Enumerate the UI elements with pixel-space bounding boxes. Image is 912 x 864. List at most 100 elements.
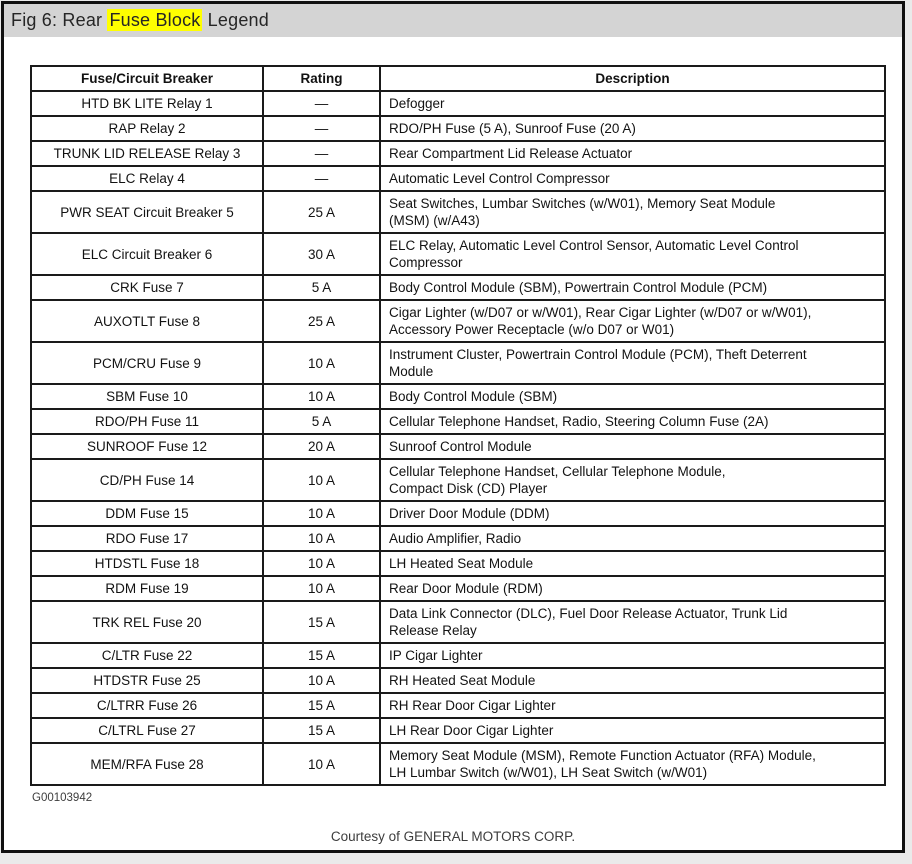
table-row: C/LTRL Fuse 27 15 A LH Rear Door Cigar L… [30,717,886,744]
rating-cell: 25 A [262,299,381,343]
courtesy-note: Courtesy of GENERAL MOTORS CORP. [330,829,576,844]
rating-cell: — [262,165,381,192]
fuse-cell: TRK REL Fuse 20 [30,600,264,644]
fuse-legend-table: Fuse/Circuit Breaker Rating Description … [30,65,886,786]
description-cell: Body Control Module (SBM), Powertrain Co… [379,274,886,301]
description-cell: Defogger [379,90,886,117]
header-fuse-circuit-breaker: Fuse/Circuit Breaker [30,65,264,92]
description-cell: Memory Seat Module (MSM), Remote Functio… [379,742,886,786]
rating-cell: 5 A [262,408,381,435]
rating-cell: 20 A [262,433,381,460]
fuse-cell: RDO Fuse 17 [30,525,264,552]
table-row: SUNROOF Fuse 12 20 A Sunroof Control Mod… [30,433,886,460]
fuse-cell: SUNROOF Fuse 12 [30,433,264,460]
rating-cell: 15 A [262,600,381,644]
table-row: TRUNK LID RELEASE Relay 3 — Rear Compart… [30,140,886,167]
fuse-cell: AUXOTLT Fuse 8 [30,299,264,343]
rating-cell: — [262,90,381,117]
fuse-cell: PCM/CRU Fuse 9 [30,341,264,385]
fuse-cell: MEM/RFA Fuse 28 [30,742,264,786]
table-row: ELC Relay 4 — Automatic Level Control Co… [30,165,886,192]
rating-cell: 5 A [262,274,381,301]
description-cell: Automatic Level Control Compressor [379,165,886,192]
rating-cell: 10 A [262,500,381,527]
fuse-cell: CRK Fuse 7 [30,274,264,301]
rating-cell: 30 A [262,232,381,276]
rating-cell: 10 A [262,575,381,602]
fuse-cell: RDM Fuse 19 [30,575,264,602]
table-row: RDO Fuse 17 10 A Audio Amplifier, Radio [30,525,886,552]
fuse-cell: RDO/PH Fuse 11 [30,408,264,435]
table-row: HTD BK LITE Relay 1 — Defogger [30,90,886,117]
description-cell: RH Heated Seat Module [379,667,886,694]
fuse-cell: HTDSTL Fuse 18 [30,550,264,577]
description-cell: Body Control Module (SBM) [379,383,886,410]
rating-cell: 15 A [262,692,381,719]
title-suffix: Legend [202,10,269,30]
description-cell: LH Heated Seat Module [379,550,886,577]
figure-code: G00103942 [32,792,93,804]
document-page: Fig 6: Rear Fuse Block Legend Fuse/Circu… [1,1,905,853]
title-prefix: Fig 6: Rear [11,10,108,30]
figure-title-bar: Fig 6: Rear Fuse Block Legend [4,4,902,37]
description-cell: Audio Amplifier, Radio [379,525,886,552]
table-row: PCM/CRU Fuse 9 10 A Instrument Cluster, … [30,341,886,385]
rating-cell: 10 A [262,742,381,786]
fuse-cell: CD/PH Fuse 14 [30,458,264,502]
description-cell: Rear Compartment Lid Release Actuator [379,140,886,167]
table-row: MEM/RFA Fuse 28 10 A Memory Seat Module … [30,742,886,786]
table-row: C/LTR Fuse 22 15 A IP Cigar Lighter [30,642,886,669]
table-row: RDO/PH Fuse 11 5 A Cellular Telephone Ha… [30,408,886,435]
table-row: C/LTRR Fuse 26 15 A RH Rear Door Cigar L… [30,692,886,719]
fuse-cell: PWR SEAT Circuit Breaker 5 [30,190,264,234]
table-row: RAP Relay 2 — RDO/PH Fuse (5 A), Sunroof… [30,115,886,142]
fuse-cell: HTD BK LITE Relay 1 [30,90,264,117]
fuse-table-body: HTD BK LITE Relay 1 — Defogger RAP Relay… [30,90,886,786]
fuse-cell: DDM Fuse 15 [30,500,264,527]
description-cell: Instrument Cluster, Powertrain Control M… [379,341,886,385]
header-rating: Rating [262,65,381,92]
rating-cell: 10 A [262,458,381,502]
table-row: PWR SEAT Circuit Breaker 5 25 A Seat Swi… [30,190,886,234]
description-cell: Cellular Telephone Handset, Radio, Steer… [379,408,886,435]
table-row: ELC Circuit Breaker 6 30 A ELC Relay, Au… [30,232,886,276]
rating-cell: 15 A [262,717,381,744]
table-row: SBM Fuse 10 10 A Body Control Module (SB… [30,383,886,410]
rating-cell: 25 A [262,190,381,234]
table-row: DDM Fuse 15 10 A Driver Door Module (DDM… [30,500,886,527]
description-cell: Rear Door Module (RDM) [379,575,886,602]
description-cell: Sunroof Control Module [379,433,886,460]
rating-cell: 10 A [262,525,381,552]
fuse-cell: C/LTRL Fuse 27 [30,717,264,744]
description-cell: Driver Door Module (DDM) [379,500,886,527]
description-cell: LH Rear Door Cigar Lighter [379,717,886,744]
table-row: CD/PH Fuse 14 10 A Cellular Telephone Ha… [30,458,886,502]
description-cell: Cellular Telephone Handset, Cellular Tel… [379,458,886,502]
description-cell: ELC Relay, Automatic Level Control Senso… [379,232,886,276]
fuse-cell: HTDSTR Fuse 25 [30,667,264,694]
rating-cell: — [262,115,381,142]
fuse-cell: C/LTRR Fuse 26 [30,692,264,719]
table-row: CRK Fuse 7 5 A Body Control Module (SBM)… [30,274,886,301]
rating-cell: 10 A [262,550,381,577]
description-cell: IP Cigar Lighter [379,642,886,669]
rating-cell: 15 A [262,642,381,669]
fuse-cell: RAP Relay 2 [30,115,264,142]
table-row: HTDSTR Fuse 25 10 A RH Heated Seat Modul… [30,667,886,694]
fuse-table-container: Fuse/Circuit Breaker Rating Description … [30,65,902,786]
rating-cell: 10 A [262,667,381,694]
title-highlight: Fuse Block [107,9,203,31]
rating-cell: — [262,140,381,167]
fuse-cell: SBM Fuse 10 [30,383,264,410]
rating-cell: 10 A [262,383,381,410]
description-cell: Data Link Connector (DLC), Fuel Door Rel… [379,600,886,644]
description-cell: RH Rear Door Cigar Lighter [379,692,886,719]
header-description: Description [379,65,886,92]
description-cell: Seat Switches, Lumbar Switches (w/W01), … [379,190,886,234]
header-row: Fuse/Circuit Breaker Rating Description [30,65,886,92]
fuse-cell: ELC Relay 4 [30,165,264,192]
table-row: TRK REL Fuse 20 15 A Data Link Connector… [30,600,886,644]
description-cell: RDO/PH Fuse (5 A), Sunroof Fuse (20 A) [379,115,886,142]
rating-cell: 10 A [262,341,381,385]
description-cell: Cigar Lighter (w/D07 or w/W01), Rear Cig… [379,299,886,343]
